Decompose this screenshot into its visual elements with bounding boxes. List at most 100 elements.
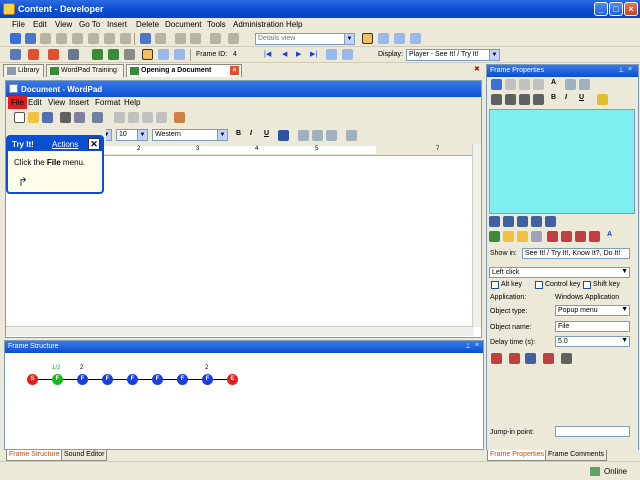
display-combo[interactable]: Player - See It! / Try It! ▼ bbox=[406, 49, 500, 61]
new-icon[interactable] bbox=[10, 33, 21, 44]
script-combo[interactable]: Western ▼ bbox=[152, 129, 228, 141]
show-in-combo[interactable]: See It! / Try It!, Know It?, Do It! bbox=[522, 248, 630, 259]
print-preview-icon[interactable] bbox=[74, 112, 85, 123]
cut-icon[interactable] bbox=[40, 33, 51, 44]
redo-icon[interactable] bbox=[155, 33, 166, 44]
frame-node[interactable]: S bbox=[27, 374, 38, 385]
align-center-icon[interactable] bbox=[505, 94, 516, 105]
frame-node[interactable]: F bbox=[52, 374, 63, 385]
menu-administration[interactable]: Administration bbox=[233, 20, 284, 29]
layout-2-icon[interactable] bbox=[378, 33, 389, 44]
highlight-icon[interactable] bbox=[597, 94, 608, 105]
wordpad-menu-edit[interactable]: Edit bbox=[28, 98, 42, 107]
copy-icon[interactable] bbox=[519, 79, 530, 90]
shape-icon[interactable] bbox=[531, 231, 542, 242]
maximize-button[interactable]: □ bbox=[609, 2, 623, 16]
frame-node[interactable]: F bbox=[102, 374, 113, 385]
object-name-field[interactable]: File bbox=[555, 321, 630, 332]
layout-4-icon[interactable] bbox=[410, 33, 421, 44]
color-icon[interactable] bbox=[278, 130, 289, 141]
tab-frame-properties[interactable]: Frame Properties bbox=[487, 450, 548, 461]
jump-in-field[interactable] bbox=[555, 426, 630, 437]
undo-icon[interactable] bbox=[140, 33, 151, 44]
frame-node[interactable]: E bbox=[227, 374, 238, 385]
add-frame-icon[interactable] bbox=[28, 49, 39, 60]
box-3-icon[interactable] bbox=[575, 231, 586, 242]
tab-library[interactable]: Library bbox=[3, 64, 44, 77]
menu-help[interactable]: Help bbox=[286, 20, 302, 29]
tool-1-icon[interactable] bbox=[489, 216, 500, 227]
menu-view[interactable]: View bbox=[55, 20, 72, 29]
delete-icon[interactable] bbox=[533, 79, 544, 90]
wordpad-menu-file[interactable]: File bbox=[8, 96, 27, 109]
frame-node[interactable]: F bbox=[152, 374, 163, 385]
tab-wordpad-training[interactable]: WordPad Training bbox=[46, 64, 124, 77]
frame-props-icon[interactable] bbox=[342, 49, 353, 60]
tool-4-icon[interactable] bbox=[531, 216, 542, 227]
find-icon[interactable] bbox=[104, 33, 115, 44]
capture-icon[interactable] bbox=[158, 49, 169, 60]
frame-node[interactable]: F bbox=[77, 374, 88, 385]
close-icon[interactable]: ✕ bbox=[88, 138, 100, 150]
minimize-button[interactable]: _ bbox=[594, 2, 608, 16]
wordpad-menu-format[interactable]: Format bbox=[95, 98, 120, 107]
tab-opening-a-document[interactable]: Opening a Document × bbox=[126, 64, 242, 77]
menu-edit[interactable]: Edit bbox=[33, 20, 47, 29]
cut-icon[interactable] bbox=[114, 112, 125, 123]
frame-node[interactable]: F bbox=[202, 374, 213, 385]
paste-icon[interactable] bbox=[72, 33, 83, 44]
first-frame-icon[interactable]: |◀ bbox=[264, 50, 271, 58]
bubble-style-icon[interactable] bbox=[489, 231, 500, 242]
close-document-icon[interactable]: ✖ bbox=[474, 65, 480, 73]
font-size-combo[interactable]: 10 ▼ bbox=[116, 129, 148, 141]
wordpad-menu-view[interactable]: View bbox=[48, 98, 65, 107]
close-icon[interactable]: × bbox=[475, 342, 479, 349]
table-icon[interactable] bbox=[579, 79, 590, 90]
close-icon[interactable]: × bbox=[628, 66, 632, 73]
font-combo-arrow[interactable]: ▼ bbox=[106, 129, 112, 141]
align-center-icon[interactable] bbox=[312, 130, 323, 141]
layout-1-icon[interactable] bbox=[362, 33, 373, 44]
actions-link[interactable]: Actions bbox=[52, 140, 78, 149]
bold-icon[interactable]: B bbox=[551, 94, 556, 101]
save-icon[interactable] bbox=[491, 79, 502, 90]
copy-icon[interactable] bbox=[56, 33, 67, 44]
preview-frame-icon[interactable] bbox=[142, 49, 153, 60]
print-icon[interactable] bbox=[60, 112, 71, 123]
menu-delete[interactable]: Delete bbox=[136, 20, 159, 29]
alt-key-checkbox[interactable] bbox=[491, 281, 499, 289]
menu-tools[interactable]: Tools bbox=[207, 20, 226, 29]
box-2-icon[interactable] bbox=[561, 231, 572, 242]
action-1-icon[interactable] bbox=[491, 353, 502, 364]
underline-icon[interactable]: U bbox=[264, 130, 269, 137]
decision-icon[interactable] bbox=[108, 49, 119, 60]
move-down-icon[interactable] bbox=[228, 33, 239, 44]
italic-icon[interactable]: I bbox=[250, 130, 252, 137]
frame-list-icon[interactable] bbox=[174, 49, 185, 60]
bold-icon[interactable]: B bbox=[236, 130, 241, 137]
frame-node[interactable]: F bbox=[127, 374, 138, 385]
refresh-icon[interactable] bbox=[10, 49, 21, 60]
remove-frame-icon[interactable] bbox=[48, 49, 59, 60]
underline-icon[interactable]: U bbox=[579, 94, 584, 101]
datetime-icon[interactable] bbox=[174, 112, 185, 123]
action-3-icon[interactable] bbox=[525, 353, 536, 364]
action-2-icon[interactable] bbox=[509, 353, 520, 364]
align-right-icon[interactable] bbox=[519, 94, 530, 105]
box-1-icon[interactable] bbox=[547, 231, 558, 242]
branch-icon[interactable] bbox=[92, 49, 103, 60]
last-frame-icon[interactable]: ▶| bbox=[310, 50, 317, 58]
tool-5-icon[interactable] bbox=[545, 216, 556, 227]
tab-frame-structure[interactable]: Frame Structure bbox=[6, 450, 63, 461]
undo-icon[interactable] bbox=[156, 112, 167, 123]
menu-document[interactable]: Document bbox=[165, 20, 201, 29]
object-type-combo[interactable]: Popup menu ▼ bbox=[555, 305, 630, 316]
goto-frame-icon[interactable] bbox=[326, 49, 337, 60]
image-icon[interactable] bbox=[565, 79, 576, 90]
pin-icon[interactable]: ⊥ bbox=[465, 342, 471, 350]
paste-icon[interactable] bbox=[142, 112, 153, 123]
text-style-icon[interactable]: A bbox=[607, 231, 612, 238]
control-key-checkbox[interactable] bbox=[535, 281, 543, 289]
tab-sound-editor[interactable]: Sound Editor bbox=[61, 450, 108, 461]
wordpad-menu-help[interactable]: Help bbox=[124, 98, 140, 107]
